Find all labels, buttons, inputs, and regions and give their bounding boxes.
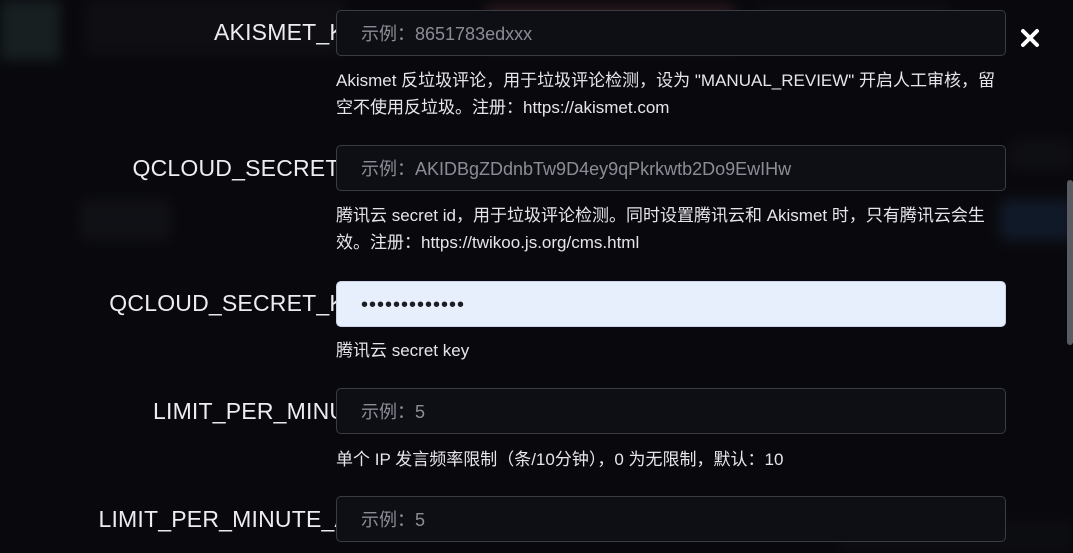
field-label-limit-per-minute: LIMIT_PER_MINUTE (152, 398, 376, 424)
limit-per-minute-all-input[interactable]: 示例：5 (336, 496, 1006, 542)
qcloud-secret-id-input[interactable]: 示例：AKIDBgZDdnbTw9D4ey9qPkrkwtb2Do9EwIHw (336, 145, 1006, 191)
akismet-key-input[interactable]: 示例：8651783edxxx (336, 10, 1006, 56)
qcloud-secret-key-input[interactable]: ••••••••••••• (336, 281, 1006, 327)
close-icon (1021, 29, 1039, 47)
akismet-key-help: Akismet 反垃圾评论，用于垃圾评论检测，设为 "MANUAL_REVIEW… (336, 71, 996, 117)
close-button[interactable] (1016, 24, 1044, 52)
settings-panel: AKISMET_KEY 示例：8651783edxxx Akismet 反垃圾评… (0, 0, 1073, 553)
qcloud-secret-key-help: 腾讯云 secret key (336, 341, 470, 360)
field-label-akismet-key: AKISMET_KEY (214, 19, 376, 45)
field-label-qcloud-secret-id: QCLOUD_SECRET_ID (132, 155, 376, 181)
qcloud-secret-id-help: 腾讯云 secret id，用于垃圾评论检测。同时设置腾讯云和 Akismet … (336, 206, 985, 252)
scrollbar-thumb[interactable] (1067, 180, 1073, 345)
limit-per-minute-input[interactable]: 示例：5 (336, 388, 1006, 434)
limit-per-minute-help: 单个 IP 发言频率限制（条/10分钟），0 为无限制，默认：10 (336, 450, 784, 469)
field-label-limit-per-minute-all: LIMIT_PER_MINUTE_ALL (98, 506, 376, 532)
field-label-qcloud-secret-key: QCLOUD_SECRET_KEY (109, 290, 376, 316)
